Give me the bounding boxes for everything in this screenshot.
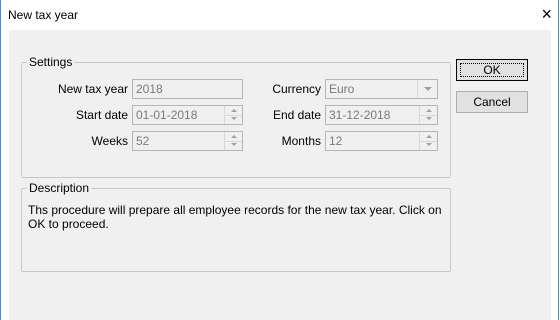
start-date-value: 01-01-2018 [136,108,198,122]
currency-value: Euro [329,82,355,96]
description-text: Ths procedure will prepare all employee … [28,203,442,231]
new-tax-year-value: 2018 [136,82,163,96]
weeks-value: 52 [136,134,150,148]
dialog-body: Settings New tax year 2018 Currency Euro… [9,30,551,320]
months-spinner[interactable] [419,132,437,150]
currency-select[interactable]: Euro [325,79,438,99]
description-group: Description Ths procedure will prepare a… [21,181,451,272]
end-date-spinner[interactable] [419,106,437,124]
arrow-down-icon[interactable] [420,115,437,124]
end-date-label: End date [272,108,321,122]
new-tax-year-label: New tax year [57,82,128,96]
settings-group: Settings New tax year 2018 Currency Euro… [21,55,451,178]
focus-rect [460,63,524,77]
cancel-button[interactable]: Cancel [456,91,528,113]
ok-button[interactable]: OK [456,59,528,81]
title-bar[interactable]: New tax year × [1,0,558,30]
description-group-label: Description [27,181,92,195]
dialog-window: New tax year × Settings New tax year 201… [0,0,559,320]
currency-label: Currency [272,82,321,96]
settings-group-label: Settings [27,55,75,69]
cancel-button-label: Cancel [473,95,511,109]
months-field[interactable]: 12 [325,131,438,151]
weeks-label: Weeks [91,134,128,148]
arrow-down-icon[interactable] [420,141,437,150]
end-date-value: 31-12-2018 [329,108,391,122]
close-icon[interactable]: × [541,5,552,23]
chevron-down-icon[interactable] [417,80,437,98]
window-title: New tax year [8,8,79,22]
months-label: Months [281,134,321,148]
end-date-field[interactable]: 31-12-2018 [325,105,438,125]
start-date-label: Start date [75,108,128,122]
months-value: 12 [329,134,343,148]
